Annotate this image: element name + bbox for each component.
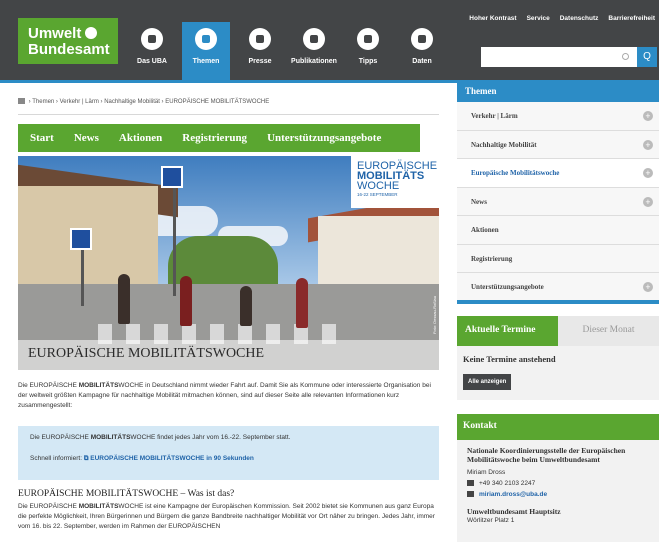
contact-hq: Umweltbundesamt Hauptsitz <box>467 507 561 516</box>
contact-heading: Kontakt <box>457 414 659 440</box>
phone-icon <box>467 480 474 486</box>
grid-icon <box>195 28 217 50</box>
contact-panel: Nationale Koordinierungsstelle der Europ… <box>457 440 659 542</box>
show-all-button[interactable]: Alle anzeigen <box>463 374 512 390</box>
sidebar-item-verkehr-laerm[interactable]: Verkehr | Lärm + <box>457 102 659 131</box>
uba-logo[interactable]: Umwelt Bundesamt <box>18 18 118 64</box>
search-input[interactable]: Q <box>481 47 657 67</box>
main-navigation: Das UBA Themen Presse Publikationen Tipp… <box>128 22 452 80</box>
contact-organisation: Nationale Koordinierungsstelle der Europ… <box>467 446 626 464</box>
home-icon[interactable] <box>18 98 25 104</box>
section-text: Die EUROPÄISCHE MOBILITÄTSWOCHE ist eine… <box>18 503 435 530</box>
tab-news[interactable]: News <box>74 132 99 144</box>
nav-das-uba[interactable]: Das UBA <box>128 22 176 80</box>
speech-bubble-icon <box>141 28 163 50</box>
search-icon <box>622 53 629 60</box>
expand-icon[interactable]: + <box>643 168 653 178</box>
link-datenschutz[interactable]: Datenschutz <box>560 15 599 22</box>
photo-credit: Foto: Dessau-Roßlau <box>432 296 437 335</box>
sidebar-accent-bar <box>457 300 659 304</box>
nav-daten[interactable]: Daten <box>398 22 446 80</box>
hero-person <box>240 286 252 326</box>
breadcrumb-item[interactable]: Themen <box>32 99 54 105</box>
tab-start[interactable]: Start <box>30 132 54 144</box>
link-hoher-kontrast[interactable]: Hoher Kontrast <box>469 15 516 22</box>
expand-icon[interactable]: + <box>643 282 653 292</box>
document-icon <box>303 28 325 50</box>
breadcrumb-item[interactable]: Nachhaltige Mobilität <box>104 99 160 105</box>
bar-chart-icon <box>411 28 433 50</box>
top-links: Hoher Kontrast Service Datenschutz Barri… <box>469 15 655 22</box>
link-service[interactable]: Service <box>527 15 550 22</box>
events-panel: Keine Termine anstehend Alle anzeigen <box>457 346 659 400</box>
campaign-logo: EUROPÄISCHE MOBILITÄTS WOCHE 16-22 SEPTE… <box>351 156 439 208</box>
nav-publikationen[interactable]: Publikationen <box>290 22 338 80</box>
crosswalk-sign-icon <box>70 228 92 250</box>
tab-registrierung[interactable]: Registrierung <box>182 132 247 144</box>
breadcrumb: › Themen › Verkehr | Lärm › Nachhaltige … <box>18 98 269 105</box>
hero-pole <box>81 246 84 306</box>
contact-email-row: miriam.dross@uba.de <box>467 490 649 499</box>
sidebar-item-news[interactable]: News + <box>457 187 659 216</box>
expand-icon[interactable]: + <box>643 111 653 121</box>
contact-phone-row: +49 340 2103 2247 <box>467 479 649 488</box>
link-barrierefreiheit[interactable]: Barrierefreiheit <box>608 15 655 22</box>
divider <box>18 114 439 115</box>
events-tabs: Aktuelle Termine Dieser Monat <box>457 316 659 346</box>
email-link[interactable]: miriam.dross@uba.de <box>479 491 547 498</box>
info-date-text: Die EUROPÄISCHE MOBILITÄTSWOCHE findet j… <box>30 434 291 441</box>
tab-unterstuetzungsangebote[interactable]: Unterstützungsangebote <box>267 132 381 144</box>
mail-icon <box>467 491 474 497</box>
sidebar-item-unterstuetzungsangebote[interactable]: Unterstützungsangebote + <box>457 273 659 302</box>
info-video-row: Schnell informiert: ⧉ EUROPÄISCHE MOBILI… <box>30 455 254 462</box>
nav-tipps[interactable]: Tipps <box>344 22 392 80</box>
tab-dieser-monat[interactable]: Dieser Monat <box>558 316 659 346</box>
breadcrumb-item[interactable]: Verkehr | Lärm <box>60 99 99 105</box>
no-events-text: Keine Termine anstehend <box>463 354 556 364</box>
expand-icon[interactable]: + <box>643 139 653 150</box>
globe-icon <box>85 27 98 39</box>
megaphone-icon <box>249 28 271 50</box>
tab-aktionen[interactable]: Aktionen <box>119 132 162 144</box>
contact-street: Wörlitzer Platz 1 <box>467 517 515 524</box>
hero-person <box>296 278 308 328</box>
intro-text: Die EUROPÄISCHE MOBILITÄTSWOCHE in Deuts… <box>18 382 431 409</box>
expand-icon[interactable]: + <box>643 196 653 207</box>
hero-person <box>180 276 192 326</box>
contact-name: Miriam Dross <box>467 469 506 476</box>
sidebar-item-nachhaltige-mobilitaet[interactable]: Nachhaltige Mobilität + <box>457 130 659 159</box>
section-heading: EUROPÄISCHE MOBILITÄTSWOCHE – Was ist da… <box>18 489 235 499</box>
hero-person <box>118 274 130 324</box>
sidebar-item-registrierung[interactable]: Registrierung <box>457 244 659 273</box>
site-header: Umwelt Bundesamt Das UBA Themen Presse P… <box>0 0 659 80</box>
info-box: Die EUROPÄISCHE MOBILITÄTSWOCHE findet j… <box>18 426 439 480</box>
nav-themen[interactable]: Themen <box>182 22 230 80</box>
crosswalk-sign-icon <box>161 166 183 188</box>
hero-pole <box>173 186 176 296</box>
breadcrumb-current: EUROPÄISCHE MOBILITÄTSWOCHE <box>165 99 270 105</box>
nav-presse[interactable]: Presse <box>236 22 284 80</box>
sidebar-item-mobilitaetswoche[interactable]: Europäische Mobilitätswoche + <box>457 159 659 188</box>
lightbulb-icon <box>357 28 379 50</box>
search-button[interactable]: Q <box>637 47 657 67</box>
sidebar-heading: Themen <box>457 80 659 102</box>
section-navigation: Start News Aktionen Registrierung Unters… <box>18 124 420 152</box>
sidebar-item-aktionen[interactable]: Aktionen <box>457 216 659 245</box>
hero-image: EUROPÄISCHE MOBILITÄTS WOCHE 16-22 SEPTE… <box>18 156 439 370</box>
video-link[interactable]: ⧉ EUROPÄISCHE MOBILITÄTSWOCHE in 90 Seku… <box>84 455 254 462</box>
hero-title: EUROPÄISCHE MOBILITÄTSWOCHE <box>18 340 439 370</box>
tab-aktuelle-termine[interactable]: Aktuelle Termine <box>457 316 558 346</box>
sidebar-menu: Verkehr | Lärm + Nachhaltige Mobilität + E… <box>457 102 659 302</box>
